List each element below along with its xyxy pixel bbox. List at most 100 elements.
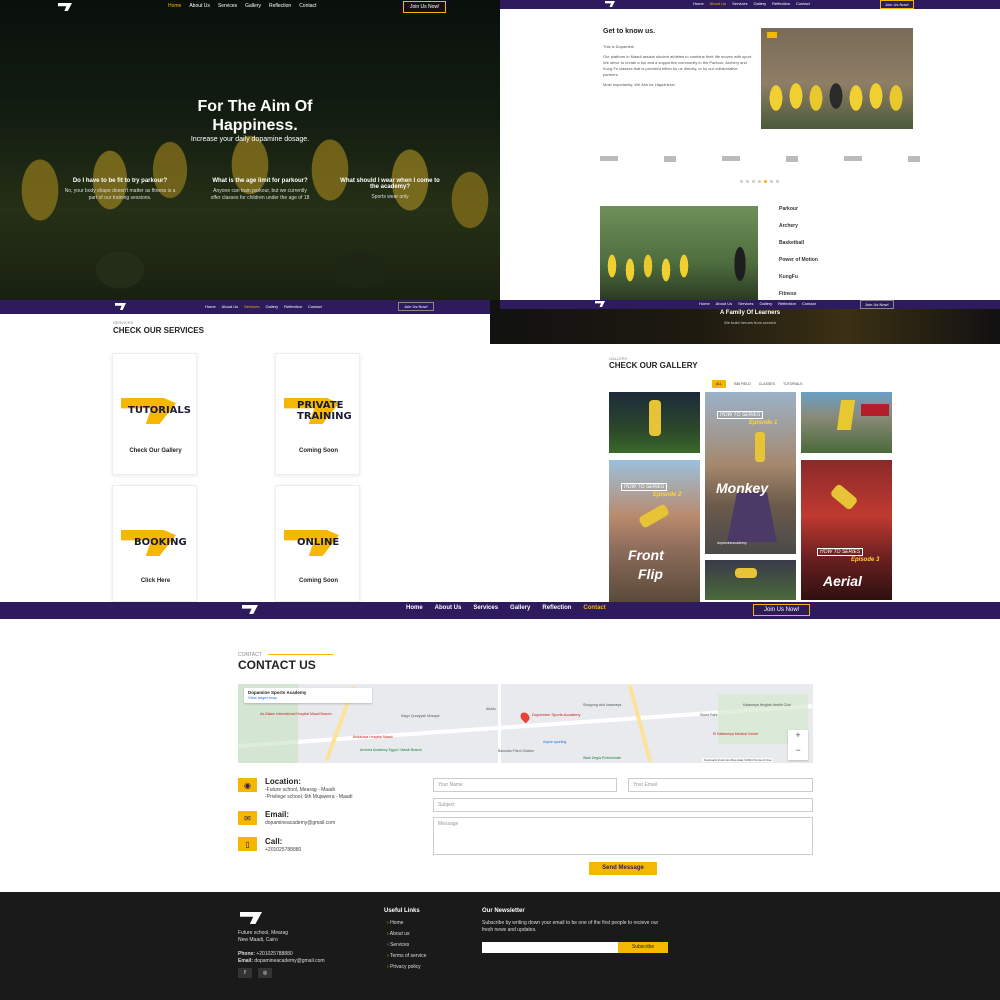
join-button[interactable]: Join Us Now!: [880, 0, 914, 9]
nav-about[interactable]: About Us: [435, 605, 462, 611]
footer-link-about[interactable]: About us: [390, 931, 410, 937]
join-button[interactable]: Join Us Now!: [398, 302, 434, 311]
gallery-tile[interactable]: HOW TO SERIES Episode 1 Monkey dopaminea…: [705, 392, 796, 554]
gallery-tile[interactable]: HOW TO SERIES Episode 2 Front Flip: [609, 460, 700, 602]
service-card-action[interactable]: Check Our Gallery: [113, 448, 198, 454]
nav-reflection[interactable]: Reflection: [772, 1, 790, 6]
view-larger-map-link[interactable]: View larger map: [248, 695, 368, 700]
service-card-action[interactable]: Coming Soon: [276, 448, 361, 454]
footer-link-home[interactable]: Home: [390, 920, 403, 926]
dopamine-logo[interactable]: [605, 1, 615, 7]
join-button[interactable]: Join Us Now!: [753, 604, 811, 616]
newsletter-text: Subscribe by writing down your email to …: [482, 920, 659, 933]
subject-input[interactable]: Subject: [433, 798, 813, 812]
footer-link-terms[interactable]: Terms of service: [390, 953, 426, 959]
zoom-out-button[interactable]: −: [788, 745, 808, 760]
tile-title-front: Front: [628, 547, 664, 563]
nav-contact[interactable]: Contact: [802, 301, 816, 306]
email-input[interactable]: Your Email: [628, 778, 813, 792]
faq-item: Do I have to be fit to try parkour? No, …: [64, 178, 176, 201]
filter-classes[interactable]: CLASSES: [759, 382, 775, 386]
service-list-item[interactable]: Archery: [779, 223, 818, 240]
nav-gallery[interactable]: Gallery: [245, 3, 261, 9]
subscribe-button[interactable]: Subscribe: [618, 942, 668, 953]
partner-logos: [600, 156, 920, 162]
join-button[interactable]: Join Us Now!: [860, 300, 894, 309]
nav-home[interactable]: Home: [168, 3, 181, 9]
nav-reflection[interactable]: Reflection: [778, 301, 796, 306]
message-textarea[interactable]: Message: [433, 817, 813, 855]
nav-reflection[interactable]: Reflection: [269, 3, 291, 9]
name-input[interactable]: Your Name: [433, 778, 617, 792]
nav-gallery[interactable]: Gallery: [510, 605, 530, 611]
nav-gallery[interactable]: Gallery: [753, 1, 766, 6]
nav-about[interactable]: About Us: [222, 304, 238, 309]
nav-services[interactable]: Services: [732, 1, 747, 6]
gallery-tile[interactable]: [801, 392, 892, 453]
service-list-item[interactable]: Power of Motion: [779, 257, 818, 274]
dopamine-logo[interactable]: [115, 303, 126, 310]
nav-gallery[interactable]: Gallery: [265, 304, 278, 309]
nav-reflection[interactable]: Reflection: [284, 304, 302, 309]
footer-link-privacy[interactable]: Privacy policy: [390, 964, 421, 970]
faq-item: What is the age limit for parkour? Anyon…: [210, 178, 310, 201]
nav-reflection[interactable]: Reflection: [542, 605, 571, 611]
dopamine-logo[interactable]: [58, 3, 72, 11]
carousel-dots[interactable]: [740, 180, 779, 183]
nav-services[interactable]: Services: [218, 3, 237, 9]
nav-about[interactable]: About Us: [189, 3, 210, 9]
service-list-item[interactable]: Parkour: [779, 206, 818, 223]
hero-subtitle: Increase your daily dopamine dosage.: [190, 136, 310, 143]
nav-contact[interactable]: Contact: [308, 304, 322, 309]
filter-bbi-field[interactable]: BBI FIELD: [734, 382, 751, 386]
call-label: Call:: [265, 837, 283, 846]
about-navbar: Home About Us Services Gallery Reflectio…: [500, 0, 1000, 9]
service-card-online[interactable]: ONLINE Coming Soon: [275, 485, 360, 602]
join-button[interactable]: Join Us Now!: [403, 1, 447, 13]
map-embed[interactable]: Dopamine Sports Academy View larger map …: [238, 684, 813, 763]
service-card-private-training[interactable]: PRIVATE TRAINING Coming Soon: [275, 353, 360, 475]
nav-contact[interactable]: Contact: [583, 605, 605, 611]
nav-services[interactable]: Services: [738, 301, 753, 306]
filter-all[interactable]: ALL: [712, 380, 727, 388]
service-list-item[interactable]: Basketball: [779, 240, 818, 257]
nav-gallery[interactable]: Gallery: [759, 301, 772, 306]
nav-contact[interactable]: Contact: [796, 1, 810, 6]
gallery-title: CHECK OUR GALLERY: [609, 361, 698, 370]
nav-services[interactable]: Services: [244, 304, 259, 309]
nav-contact[interactable]: Contact: [299, 3, 316, 9]
newsletter-email-input[interactable]: [482, 942, 618, 953]
facebook-icon[interactable]: f: [238, 968, 252, 978]
filter-tutorials[interactable]: TUTORIALS: [783, 382, 803, 386]
nav-home[interactable]: Home: [699, 301, 710, 306]
instagram-icon[interactable]: ◎: [258, 968, 272, 978]
send-message-button[interactable]: Send Message: [589, 862, 657, 875]
service-list-item[interactable]: KungFu: [779, 274, 818, 291]
gallery-tile[interactable]: [705, 560, 796, 600]
nav-home[interactable]: Home: [205, 304, 216, 309]
service-card-booking[interactable]: BOOKING Click Here: [112, 485, 197, 602]
dopamine-logo[interactable]: [595, 301, 605, 307]
gallery-tile[interactable]: [609, 392, 700, 453]
service-list-item[interactable]: Fitness: [779, 291, 818, 300]
service-card-tutorials[interactable]: TUTORIALS Check Our Gallery: [112, 353, 197, 475]
footer-link-services[interactable]: Services: [390, 942, 409, 948]
partner-logo-icon: [908, 156, 920, 162]
map-pin-icon[interactable]: [518, 710, 532, 724]
about-team-photo: [761, 28, 913, 129]
newsletter-title: Our Newsletter: [482, 908, 525, 914]
dopamine-logo[interactable]: [240, 912, 262, 924]
nav-about[interactable]: About Us: [716, 301, 732, 306]
service-card-action[interactable]: Coming Soon: [276, 578, 361, 584]
service-card-action[interactable]: Click Here: [113, 578, 198, 584]
zoom-in-button[interactable]: +: [788, 730, 808, 745]
nav-about[interactable]: About Us: [710, 1, 726, 6]
gallery-navbar: Home About Us Services Gallery Reflectio…: [500, 300, 1000, 309]
nav-home[interactable]: Home: [406, 605, 423, 611]
nav-services[interactable]: Services: [473, 605, 498, 611]
gallery-tile[interactable]: HOW TO SERIES Episode 3 Aerial: [801, 460, 892, 600]
location-icon: ◉: [238, 778, 257, 792]
dopamine-logo[interactable]: [242, 605, 258, 614]
nav-home[interactable]: Home: [693, 1, 704, 6]
hero-section: Home About Us Services Gallery Reflectio…: [0, 0, 500, 300]
